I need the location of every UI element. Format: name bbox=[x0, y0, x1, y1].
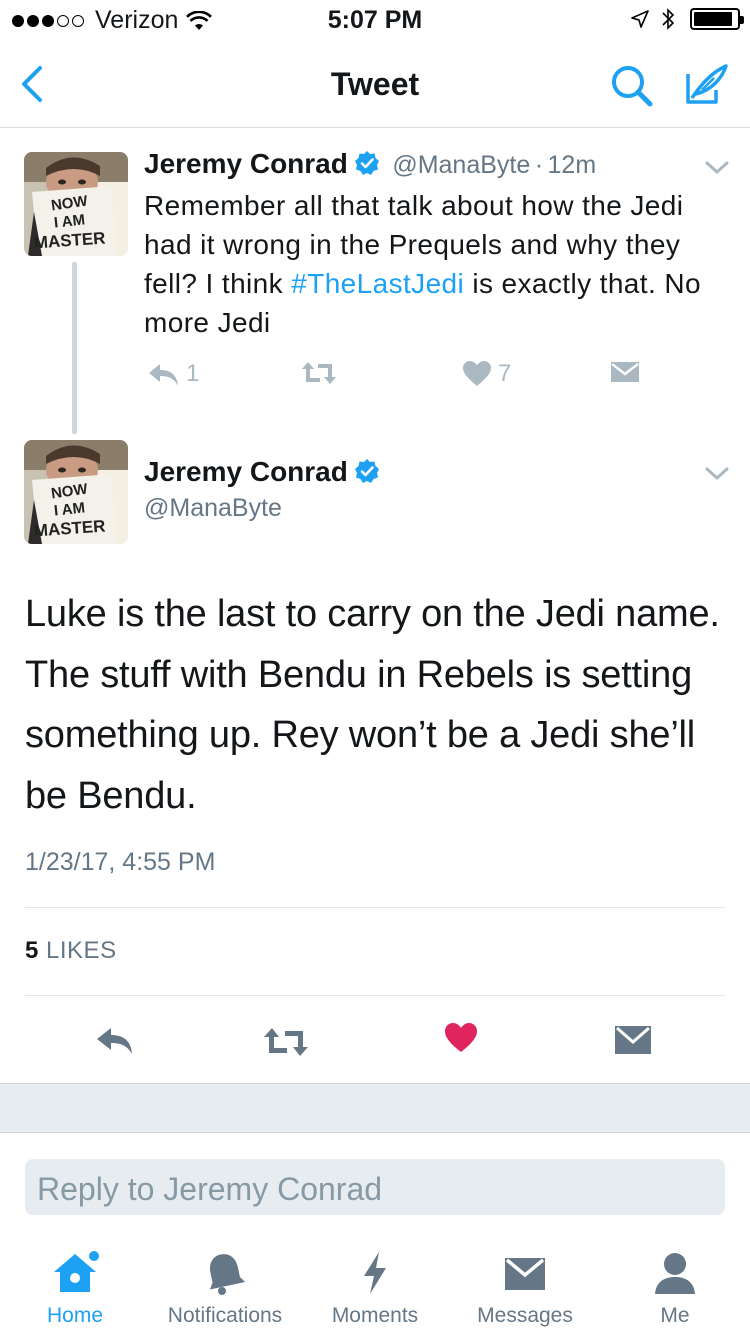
svg-text:I AM: I AM bbox=[53, 211, 86, 231]
tab-label: Me bbox=[660, 1304, 690, 1327]
author-handle[interactable]: @ManaByte bbox=[144, 494, 282, 523]
retweet-button[interactable] bbox=[262, 1026, 310, 1063]
direct-message-button[interactable] bbox=[614, 1024, 652, 1061]
tab-bar: Home Notifications Moments Messages Me bbox=[0, 1240, 750, 1334]
retweet-icon bbox=[264, 1028, 308, 1056]
retweet-icon bbox=[302, 362, 336, 384]
person-icon bbox=[655, 1253, 695, 1294]
home-icon bbox=[54, 1251, 99, 1292]
tweet-age: 12m bbox=[547, 151, 597, 179]
author-name[interactable]: Jeremy Conrad bbox=[144, 148, 348, 179]
author-handle[interactable]: @ManaByte bbox=[392, 151, 530, 179]
avatar[interactable]: NOW I AM MASTER bbox=[24, 152, 128, 256]
tab-label: Notifications bbox=[167, 1304, 283, 1327]
section-separator bbox=[0, 1083, 750, 1133]
hashtag-link[interactable]: #TheLastJedi bbox=[291, 268, 464, 299]
divider bbox=[25, 995, 725, 996]
tweet-timestamp: 1/23/17, 4:55 PM bbox=[25, 848, 216, 876]
reply-button[interactable] bbox=[94, 1024, 134, 1061]
reply-count: 1 bbox=[186, 360, 200, 387]
likes-label: LIKES bbox=[46, 937, 117, 964]
bluetooth-icon bbox=[662, 8, 675, 30]
chevron-down-icon[interactable] bbox=[704, 160, 730, 176]
thread-connector-line bbox=[72, 262, 77, 434]
avatar[interactable]: NOW I AM MASTER bbox=[24, 440, 128, 544]
tab-label: Messages bbox=[477, 1304, 573, 1327]
compose-tweet-icon[interactable] bbox=[682, 60, 730, 108]
battery-icon bbox=[690, 8, 744, 30]
main-tweet-actions bbox=[0, 1018, 750, 1062]
tab-label: Moments bbox=[331, 1304, 419, 1327]
verified-badge-icon bbox=[354, 459, 379, 483]
likes-summary[interactable]: 5 LIKES bbox=[25, 937, 117, 965]
envelope-icon bbox=[505, 1258, 545, 1290]
tab-moments[interactable]: Moments bbox=[300, 1240, 450, 1334]
divider bbox=[25, 907, 725, 908]
navigation-bar: Tweet bbox=[0, 40, 750, 128]
svg-text:I AM: I AM bbox=[53, 499, 86, 519]
heart-icon bbox=[445, 1023, 477, 1052]
tab-me[interactable]: Me bbox=[600, 1240, 750, 1334]
tab-notifications[interactable]: Notifications bbox=[150, 1240, 300, 1334]
main-tweet-text: Luke is the last to carry on the Jedi na… bbox=[25, 593, 720, 817]
retweet-button[interactable] bbox=[300, 360, 338, 386]
reply-icon bbox=[149, 364, 178, 386]
reply-button[interactable]: 1 bbox=[146, 360, 199, 388]
reply-icon bbox=[97, 1028, 132, 1054]
lightning-icon bbox=[364, 1252, 386, 1294]
reply-input[interactable]: Reply to Jeremy Conrad bbox=[25, 1159, 725, 1215]
author-name[interactable]: Jeremy Conrad bbox=[144, 456, 348, 487]
main-tweet-author: Jeremy Conrad bbox=[144, 456, 380, 488]
parent-tweet-header: Jeremy Conrad @ManaByte · 12m bbox=[144, 148, 596, 180]
parent-tweet-text: Remember all that talk about how the Jed… bbox=[144, 186, 724, 342]
status-right bbox=[630, 7, 744, 31]
envelope-icon bbox=[611, 362, 639, 382]
likes-count: 5 bbox=[25, 937, 39, 964]
envelope-icon bbox=[615, 1026, 651, 1054]
separator-dot: · bbox=[534, 151, 544, 179]
like-button[interactable] bbox=[444, 1022, 478, 1059]
search-icon[interactable] bbox=[608, 62, 656, 110]
chevron-down-icon[interactable] bbox=[704, 466, 730, 482]
like-count: 7 bbox=[498, 360, 512, 387]
verified-badge-icon bbox=[354, 151, 379, 175]
tab-messages[interactable]: Messages bbox=[450, 1240, 600, 1334]
heart-icon bbox=[463, 361, 491, 386]
bell-icon bbox=[209, 1254, 246, 1295]
back-chevron-icon[interactable] bbox=[14, 62, 54, 106]
location-arrow-icon bbox=[631, 10, 649, 28]
like-button[interactable]: 7 bbox=[462, 360, 511, 388]
parent-tweet-actions: 1 7 bbox=[144, 360, 704, 396]
status-bar: Verizon 5:07 PM bbox=[0, 0, 750, 40]
tab-label: Home bbox=[46, 1304, 104, 1327]
tab-home[interactable]: Home bbox=[0, 1240, 150, 1334]
direct-message-button[interactable] bbox=[610, 360, 640, 384]
